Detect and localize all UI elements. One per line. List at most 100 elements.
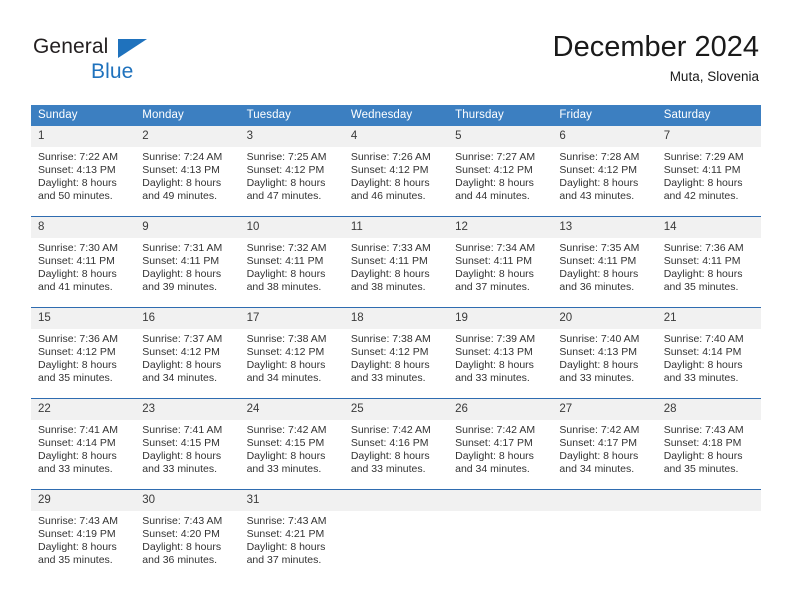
weekday-header-monday: Monday xyxy=(135,105,240,126)
sunset-text: Sunset: 4:12 PM xyxy=(350,164,429,177)
sunrise-text: Sunrise: 7:34 AM xyxy=(455,242,536,254)
daylight-text-2: and 37 minutes. xyxy=(246,554,322,567)
brand-name-general: General xyxy=(33,35,109,58)
day-number[interactable]: 15 xyxy=(31,307,136,329)
daylight-text-1: Daylight: 8 hours xyxy=(38,450,117,463)
day-number[interactable]: 16 xyxy=(135,307,240,329)
sunrise-text: Sunrise: 7:37 AM xyxy=(142,333,223,345)
day-number[interactable]: 21 xyxy=(656,307,761,329)
day-cell[interactable]: Sunrise: 7:27 AM Sunset: 4:12 PM Dayligh… xyxy=(448,147,553,217)
day-number[interactable]: 12 xyxy=(448,216,553,238)
day-cell[interactable]: Sunrise: 7:30 AM Sunset: 4:11 PM Dayligh… xyxy=(31,238,136,308)
day-number[interactable]: 31 xyxy=(239,489,344,511)
weekday-header-sunday: Sunday xyxy=(31,105,136,126)
day-cell[interactable]: Sunrise: 7:36 AM Sunset: 4:12 PM Dayligh… xyxy=(31,329,136,399)
day-number[interactable]: 28 xyxy=(656,398,761,420)
day-number[interactable]: 9 xyxy=(135,216,240,238)
day-cell[interactable]: Sunrise: 7:25 AM Sunset: 4:12 PM Dayligh… xyxy=(239,147,344,217)
sunrise-text: Sunrise: 7:36 AM xyxy=(663,242,744,254)
daylight-text-2: and 44 minutes. xyxy=(455,190,530,203)
day-cell[interactable]: Sunrise: 7:34 AM Sunset: 4:11 PM Dayligh… xyxy=(448,238,553,308)
sunset-text: Sunset: 4:12 PM xyxy=(142,346,220,359)
day-cell-empty xyxy=(343,511,449,580)
day-cell[interactable]: Sunrise: 7:43 AM Sunset: 4:20 PM Dayligh… xyxy=(135,511,240,580)
brand-logo[interactable]: General Blue xyxy=(33,35,147,82)
day-cell[interactable]: Sunrise: 7:31 AM Sunset: 4:11 PM Dayligh… xyxy=(135,238,240,308)
day-number[interactable]: 2 xyxy=(135,126,240,147)
daylight-text-2: and 43 minutes. xyxy=(559,190,635,203)
day-cell[interactable]: Sunrise: 7:22 AM Sunset: 4:13 PM Dayligh… xyxy=(31,147,136,217)
title-block: December 2024 Muta, Slovenia xyxy=(553,30,759,86)
daylight-text-2: and 49 minutes. xyxy=(142,190,217,203)
day-number[interactable]: 19 xyxy=(448,307,553,329)
day-number[interactable]: 1 xyxy=(31,126,136,147)
day-number[interactable]: 10 xyxy=(239,216,344,238)
day-cell[interactable]: Sunrise: 7:29 AM Sunset: 4:11 PM Dayligh… xyxy=(656,147,761,217)
day-number[interactable]: 29 xyxy=(31,489,136,511)
day-cell[interactable]: Sunrise: 7:43 AM Sunset: 4:18 PM Dayligh… xyxy=(656,420,761,490)
day-number[interactable]: 13 xyxy=(552,216,657,238)
day-number-empty xyxy=(343,489,449,511)
day-cell[interactable]: Sunrise: 7:37 AM Sunset: 4:12 PM Dayligh… xyxy=(135,329,240,399)
day-number[interactable]: 30 xyxy=(135,489,240,511)
day-cell[interactable]: Sunrise: 7:32 AM Sunset: 4:11 PM Dayligh… xyxy=(239,238,344,308)
day-number[interactable]: 17 xyxy=(239,307,344,329)
day-cell[interactable]: Sunrise: 7:41 AM Sunset: 4:15 PM Dayligh… xyxy=(135,420,240,490)
sunrise-text: Sunrise: 7:30 AM xyxy=(38,242,118,254)
sunrise-text: Sunrise: 7:42 AM xyxy=(350,424,431,436)
day-number[interactable]: 23 xyxy=(135,398,240,420)
day-number[interactable]: 8 xyxy=(31,216,136,238)
daylight-text-2: and 33 minutes. xyxy=(246,463,322,476)
day-number[interactable]: 11 xyxy=(343,216,449,238)
day-cell[interactable]: Sunrise: 7:36 AM Sunset: 4:11 PM Dayligh… xyxy=(656,238,761,308)
day-cell[interactable]: Sunrise: 7:26 AM Sunset: 4:12 PM Dayligh… xyxy=(343,147,449,217)
day-cell[interactable]: Sunrise: 7:42 AM Sunset: 4:17 PM Dayligh… xyxy=(448,420,553,490)
day-cell[interactable]: Sunrise: 7:39 AM Sunset: 4:13 PM Dayligh… xyxy=(448,329,553,399)
sunset-text: Sunset: 4:11 PM xyxy=(350,255,428,268)
day-cell[interactable]: Sunrise: 7:28 AM Sunset: 4:12 PM Dayligh… xyxy=(552,147,657,217)
day-number[interactable]: 6 xyxy=(552,126,657,147)
day-number[interactable]: 27 xyxy=(552,398,657,420)
sunset-text: Sunset: 4:17 PM xyxy=(559,437,638,450)
daylight-text-2: and 50 minutes. xyxy=(38,190,113,203)
sunrise-text: Sunrise: 7:43 AM xyxy=(38,515,118,527)
sunrise-text: Sunrise: 7:35 AM xyxy=(559,242,640,254)
day-number[interactable]: 20 xyxy=(552,307,657,329)
day-cell-empty xyxy=(448,511,553,580)
day-cell[interactable]: Sunrise: 7:42 AM Sunset: 4:15 PM Dayligh… xyxy=(239,420,344,490)
day-number[interactable]: 14 xyxy=(656,216,761,238)
day-number[interactable]: 4 xyxy=(343,126,449,147)
day-number[interactable]: 5 xyxy=(448,126,553,147)
weekday-header-friday: Friday xyxy=(552,105,657,126)
day-cell[interactable]: Sunrise: 7:24 AM Sunset: 4:13 PM Dayligh… xyxy=(135,147,240,217)
sunrise-text: Sunrise: 7:38 AM xyxy=(350,333,431,345)
day-cell[interactable]: Sunrise: 7:42 AM Sunset: 4:16 PM Dayligh… xyxy=(343,420,449,490)
day-number[interactable]: 25 xyxy=(343,398,449,420)
day-number[interactable]: 26 xyxy=(448,398,553,420)
day-cell[interactable]: Sunrise: 7:38 AM Sunset: 4:12 PM Dayligh… xyxy=(239,329,344,399)
day-cell[interactable]: Sunrise: 7:40 AM Sunset: 4:13 PM Dayligh… xyxy=(552,329,657,399)
day-number[interactable]: 24 xyxy=(239,398,344,420)
day-number[interactable]: 18 xyxy=(343,307,449,329)
sunset-text: Sunset: 4:12 PM xyxy=(559,164,638,177)
daylight-text-2: and 34 minutes. xyxy=(246,372,322,385)
day-cell[interactable]: Sunrise: 7:43 AM Sunset: 4:19 PM Dayligh… xyxy=(31,511,136,580)
daylight-text-1: Daylight: 8 hours xyxy=(246,450,326,463)
day-cell[interactable]: Sunrise: 7:35 AM Sunset: 4:11 PM Dayligh… xyxy=(552,238,657,308)
weekday-header-saturday: Saturday xyxy=(656,105,761,126)
daylight-text-2: and 33 minutes. xyxy=(663,372,739,385)
day-cell[interactable]: Sunrise: 7:42 AM Sunset: 4:17 PM Dayligh… xyxy=(552,420,657,490)
day-cell[interactable]: Sunrise: 7:41 AM Sunset: 4:14 PM Dayligh… xyxy=(31,420,136,490)
day-cell[interactable]: Sunrise: 7:40 AM Sunset: 4:14 PM Dayligh… xyxy=(656,329,761,399)
day-cell[interactable]: Sunrise: 7:38 AM Sunset: 4:12 PM Dayligh… xyxy=(343,329,449,399)
daylight-text-1: Daylight: 8 hours xyxy=(246,359,326,372)
day-cell[interactable]: Sunrise: 7:33 AM Sunset: 4:11 PM Dayligh… xyxy=(343,238,449,308)
daylight-text-1: Daylight: 8 hours xyxy=(38,177,117,190)
sunrise-text: Sunrise: 7:39 AM xyxy=(455,333,536,345)
day-number[interactable]: 3 xyxy=(239,126,344,147)
day-number[interactable]: 22 xyxy=(31,398,136,420)
sunset-text: Sunset: 4:14 PM xyxy=(663,346,742,359)
sunset-text: Sunset: 4:11 PM xyxy=(663,164,741,177)
day-number[interactable]: 7 xyxy=(656,126,761,147)
day-cell[interactable]: Sunrise: 7:43 AM Sunset: 4:21 PM Dayligh… xyxy=(239,511,344,580)
